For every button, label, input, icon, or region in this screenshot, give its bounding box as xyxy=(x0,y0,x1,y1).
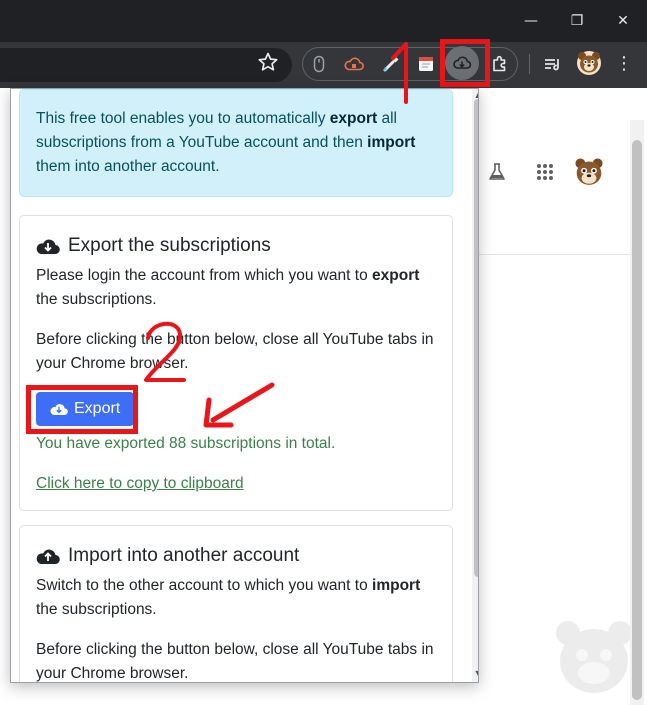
annotation-arrow-line xyxy=(210,382,275,423)
annotation-overlay xyxy=(144,42,408,428)
annotation-step-2 xyxy=(144,322,186,382)
annotation-step-1 xyxy=(391,42,408,104)
